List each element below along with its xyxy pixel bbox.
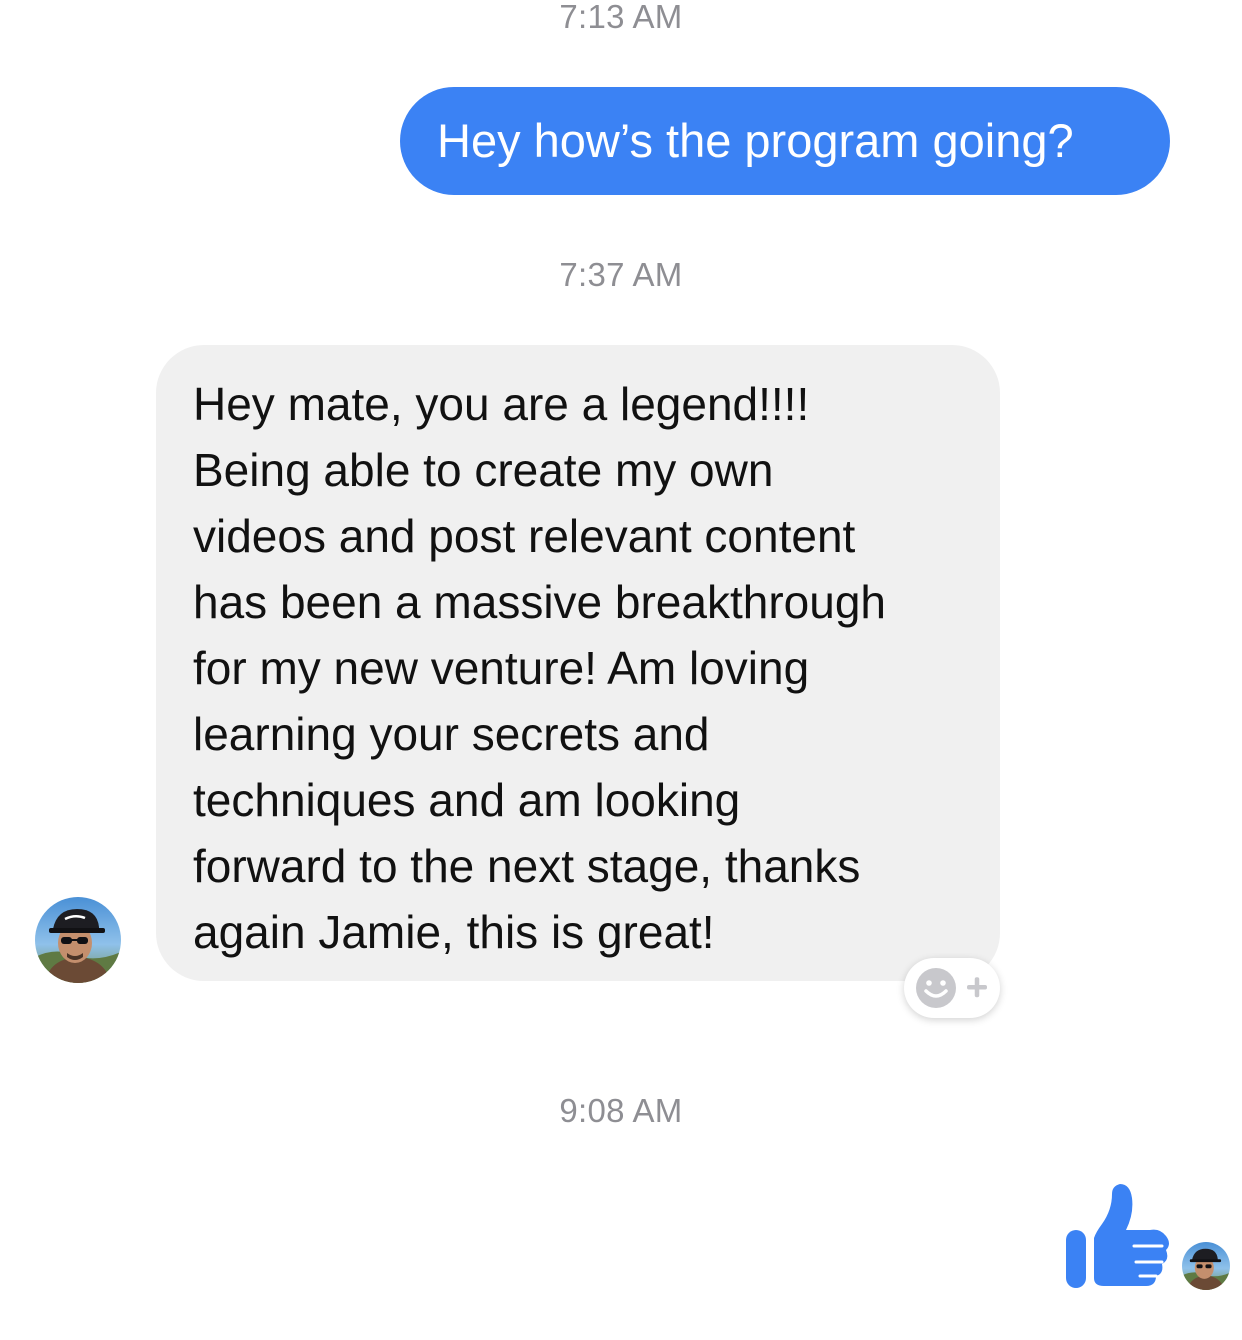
message-text-line: techniques and am looking: [193, 774, 741, 826]
timestamp: 9:08 AM: [559, 1092, 683, 1129]
message-text-line: videos and post relevant content: [193, 510, 856, 562]
timestamp: 7:13 AM: [559, 0, 683, 35]
add-reaction-button[interactable]: [904, 958, 1000, 1018]
outgoing-message-bubble[interactable]: Hey how’s the program going?: [400, 87, 1170, 195]
message-text-line: forward to the next stage, thanks: [193, 840, 861, 892]
contact-avatar[interactable]: [35, 897, 121, 983]
like-message[interactable]: [1062, 1180, 1172, 1290]
thumbs-up-icon: [1066, 1184, 1169, 1288]
message-text-line: Hey mate, you are a legend!!!!: [193, 378, 810, 430]
add-reaction-smiley-plus-icon: [916, 968, 987, 1008]
timestamp: 7:37 AM: [559, 256, 683, 293]
message-text-line: for my new venture! Am loving: [193, 642, 810, 694]
message-text-line: learning your secrets and: [193, 708, 710, 760]
message-text-line: again Jamie, this is great!: [193, 906, 715, 958]
message-text-line: Being able to create my own: [193, 444, 774, 496]
incoming-message-bubble[interactable]: Hey mate, you are a legend!!!! Being abl…: [156, 345, 1000, 981]
seen-avatar: [1182, 1242, 1230, 1290]
message-text-line: has been a massive breakthrough: [193, 576, 886, 628]
